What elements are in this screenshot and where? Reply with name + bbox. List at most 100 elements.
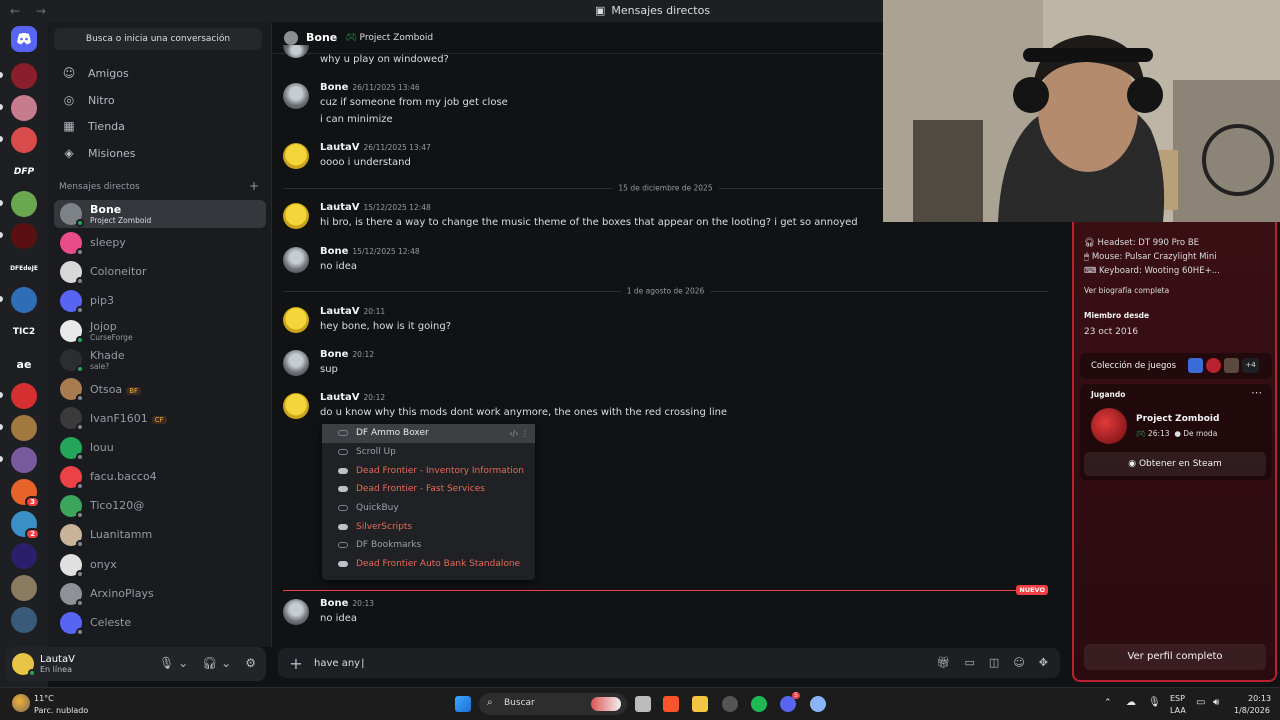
- gift-icon[interactable]: 🎁︎: [937, 656, 951, 669]
- avatar[interactable]: [283, 143, 309, 169]
- server-dfp[interactable]: DFP: [11, 159, 37, 185]
- server-icon[interactable]: [11, 447, 37, 473]
- server-icon[interactable]: 2: [11, 511, 40, 540]
- user-avatar[interactable]: [12, 653, 36, 677]
- gif-icon[interactable]: ▭: [965, 656, 975, 669]
- weather-temp[interactable]: 11°C: [34, 694, 54, 703]
- server-icon[interactable]: [11, 543, 37, 569]
- conversation-search-button[interactable]: Busca o inicia una conversación: [54, 28, 262, 50]
- headphones-icon[interactable]: 🎧︎ ⌄: [202, 656, 231, 670]
- view-full-profile-button[interactable]: Ver perfil completo: [1084, 644, 1266, 670]
- weather-desc[interactable]: Parc. nublado: [34, 706, 88, 715]
- cloud-icon[interactable]: ☁: [1126, 697, 1136, 708]
- network-icon[interactable]: ▭: [1196, 697, 1205, 708]
- microphone-icon[interactable]: 🎙︎ ⌄: [159, 656, 188, 670]
- task-view-icon[interactable]: [635, 696, 651, 712]
- emoji-icon[interactable]: ☺: [1013, 656, 1024, 669]
- nav-friends[interactable]: ☺ Amigos: [54, 60, 264, 86]
- full-bio-link[interactable]: Ver biografía completa: [1084, 286, 1169, 295]
- clock-time[interactable]: 20:13: [1248, 694, 1271, 703]
- discord-home-icon[interactable]: [11, 26, 37, 52]
- dm-item[interactable]: Khade sale?: [54, 346, 266, 374]
- attach-plus-icon[interactable]: +: [278, 654, 314, 673]
- extension-row: Dead Frontier - Inventory Information: [322, 461, 535, 480]
- spotify-icon[interactable]: [751, 696, 767, 712]
- back-forward-arrows[interactable]: ← →: [10, 4, 52, 18]
- dm-item[interactable]: sleepy: [54, 229, 266, 257]
- nav-nitro[interactable]: ◎ Nitro: [54, 87, 264, 113]
- game-collection-card[interactable]: Colección de juegos +4: [1080, 353, 1272, 379]
- server-icon[interactable]: [11, 575, 37, 601]
- discord-taskbar-icon[interactable]: 5: [780, 692, 800, 712]
- lang-layout[interactable]: LAA: [1170, 706, 1186, 715]
- taskbar-search[interactable]: ⌕ Buscar: [479, 693, 627, 715]
- get-on-steam-button[interactable]: ◉ Obtener en Steam: [1084, 452, 1266, 476]
- dm-item[interactable]: Coloneitor: [54, 258, 266, 286]
- settings-gear-icon[interactable]: ⚙: [245, 656, 256, 670]
- avatar: [60, 524, 84, 548]
- nav-quests[interactable]: ◈ Misiones: [54, 140, 264, 166]
- dm-item[interactable]: ArxinoPlays: [54, 580, 266, 608]
- server-icon[interactable]: [11, 287, 37, 313]
- server-icon[interactable]: [11, 191, 37, 217]
- status-indicator: [76, 453, 84, 461]
- apps-icon[interactable]: ✥: [1039, 656, 1048, 669]
- dm-item[interactable]: onyx: [54, 551, 266, 579]
- search-highlight-icon: [591, 697, 621, 711]
- app-icon[interactable]: [722, 696, 738, 712]
- header-name[interactable]: Bone: [306, 31, 337, 44]
- server-tic2[interactable]: TIC2: [11, 319, 37, 345]
- sticker-icon[interactable]: ◫: [989, 656, 999, 669]
- avatar[interactable]: [283, 45, 309, 58]
- message-input[interactable]: have any: [314, 658, 364, 669]
- dm-item[interactable]: Tico120@: [54, 492, 266, 520]
- status-indicator: [76, 482, 84, 490]
- message-text: do u know why this mods dont work anymor…: [320, 407, 728, 418]
- avatar[interactable]: [283, 307, 309, 333]
- extension-name: Dead Frontier - Fast Services: [356, 484, 485, 495]
- dm-item[interactable]: pip3: [54, 287, 266, 315]
- lang-indicator[interactable]: ESP: [1170, 694, 1185, 703]
- server-icon[interactable]: [11, 383, 37, 409]
- server-ae[interactable]: ae: [11, 351, 37, 377]
- server-icon[interactable]: [11, 127, 37, 153]
- message-composer[interactable]: + have any 🎁︎ ▭ ◫ ☺ ✥: [278, 648, 1060, 678]
- brave-icon[interactable]: [663, 696, 679, 712]
- dm-item[interactable]: IvanF1601 CF: [54, 404, 266, 432]
- avatar[interactable]: [283, 83, 309, 109]
- server-icon[interactable]: [11, 63, 37, 89]
- windows-start-icon[interactable]: [455, 696, 471, 712]
- server-icon[interactable]: [11, 95, 37, 121]
- server-icon[interactable]: [11, 607, 37, 633]
- nav-shop[interactable]: ▦ Tienda: [54, 113, 264, 139]
- mic-tray-icon[interactable]: 🎙︎: [1148, 697, 1161, 708]
- volume-icon[interactable]: 🔊︎: [1213, 697, 1219, 708]
- dm-item[interactable]: Bone Project Zomboid: [54, 200, 266, 228]
- weather-icon[interactable]: [12, 694, 30, 712]
- user-panel: LautaV En línea 🎙︎ ⌄ 🎧︎ ⌄ ⚙: [6, 647, 266, 681]
- clock-date[interactable]: 1/8/2026: [1234, 706, 1270, 715]
- server-icon[interactable]: [11, 415, 37, 441]
- dm-item[interactable]: facu.bacco4: [54, 463, 266, 491]
- avatar[interactable]: [283, 203, 309, 229]
- settings-icon[interactable]: [810, 696, 826, 712]
- tray-chevron-icon[interactable]: ⌃: [1104, 698, 1112, 708]
- avatar[interactable]: [283, 393, 309, 419]
- dm-item[interactable]: Celeste: [54, 609, 266, 637]
- file-explorer-icon[interactable]: [692, 696, 708, 712]
- status-indicator: [76, 336, 84, 344]
- new-dm-plus-icon[interactable]: +: [249, 180, 259, 192]
- webcam-image: [883, 0, 1280, 222]
- avatar[interactable]: [283, 247, 309, 273]
- dm-item[interactable]: Luanitamm: [54, 521, 266, 549]
- dm-item[interactable]: Jojop CurseForge: [54, 317, 266, 345]
- server-icon[interactable]: [11, 223, 37, 249]
- dm-item[interactable]: Otsoa BF: [54, 375, 266, 403]
- dm-item[interactable]: louu: [54, 434, 266, 462]
- avatar[interactable]: [283, 599, 309, 625]
- message-text: no idea: [320, 613, 358, 624]
- more-options-icon[interactable]: ⋯: [1251, 386, 1262, 399]
- server-icon[interactable]: 3: [11, 479, 40, 508]
- avatar[interactable]: [283, 350, 309, 376]
- server-dfedeje[interactable]: DFEdeJE: [10, 255, 38, 281]
